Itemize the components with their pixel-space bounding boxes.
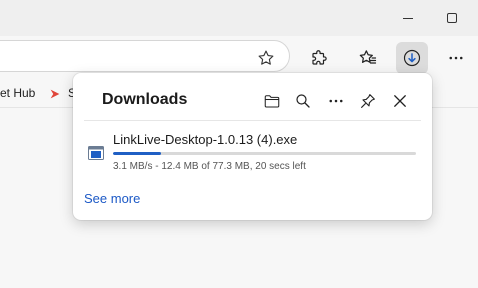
download-item[interactable]: LinkLive-Desktop-1.0.13 (4).exe 3.1 MB/s… [84,128,421,178]
download-progress-fill [113,152,162,155]
star-outline-icon [258,50,274,65]
more-icon [329,99,343,103]
file-name[interactable]: LinkLive-Desktop-1.0.13 (4).exe [113,132,297,147]
puzzle-icon [312,50,327,65]
close-icon [394,95,406,107]
see-more-link[interactable]: See more [84,191,140,206]
search-icon [296,94,310,108]
close-button[interactable] [386,87,414,115]
download-arrow-icon [403,49,421,67]
title-bar [0,0,478,36]
address-bar[interactable] [0,40,290,72]
download-status: 3.1 MB/s - 12.4 MB of 77.3 MB, 20 secs l… [113,161,306,172]
maximize-icon [447,13,457,23]
panel-title: Downloads [102,91,188,108]
minimize-icon [403,17,413,19]
maximize-button[interactable] [430,0,474,36]
downloads-panel: Downloads LinkLive-Desktop-1.0.13 (4).ex… [73,73,432,220]
settings-more-button[interactable] [440,42,472,74]
favorite-item[interactable]: et Hub [0,86,35,100]
downloads-button[interactable] [396,42,428,74]
minimize-button[interactable] [386,0,430,36]
more-options-button[interactable] [322,87,350,115]
pin-button[interactable] [354,87,382,115]
folder-icon [264,95,280,108]
favorites-star-icon [359,50,377,64]
add-favorite-button[interactable] [254,46,278,70]
pin-icon [361,94,375,108]
more-horizontal-icon [449,56,463,60]
exe-file-icon [88,146,104,160]
open-downloads-folder-button[interactable] [258,87,286,115]
download-progress-bar [113,152,416,155]
divider [84,120,421,121]
extensions-button[interactable] [303,42,335,74]
favorites-button[interactable] [352,42,384,74]
arrow-logo-icon [50,89,60,99]
search-downloads-button[interactable] [289,87,317,115]
